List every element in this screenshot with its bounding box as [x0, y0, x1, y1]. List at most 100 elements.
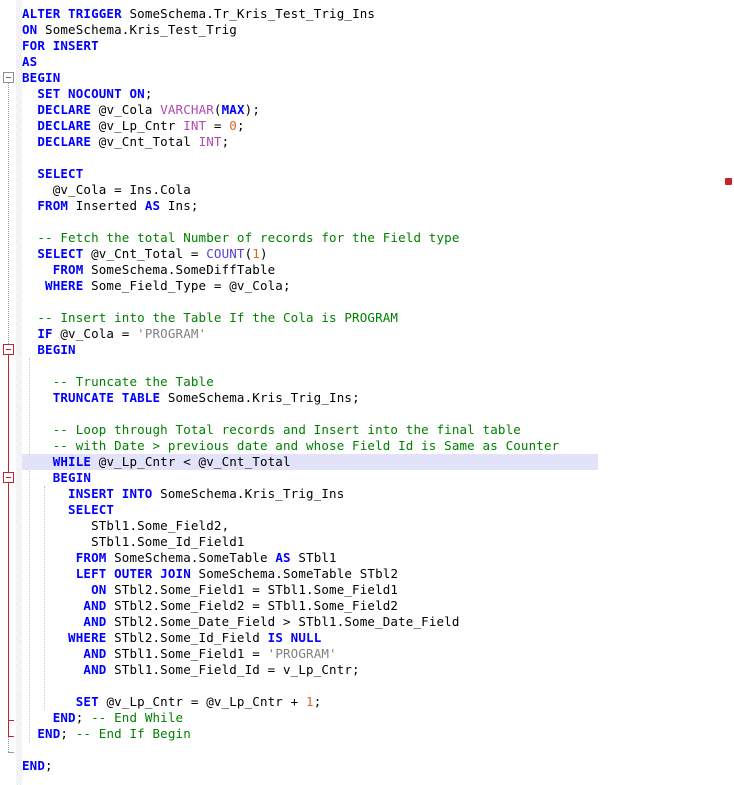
- code-line[interactable]: AS: [22, 54, 37, 70]
- code-line[interactable]: INSERT INTO SomeSchema.Kris_Trig_Ins: [22, 486, 344, 502]
- code-token-op: );: [244, 102, 260, 117]
- code-line[interactable]: AND STbl2.Some_Field2 = STbl1.Some_Field…: [22, 598, 398, 614]
- code-token-op: ): [259, 246, 268, 261]
- code-token-op: ;: [221, 134, 230, 149]
- code-token-id: @v_Cola = Ins.Cola: [22, 182, 191, 197]
- code-line[interactable]: IF @v_Cola = 'PROGRAM': [22, 326, 206, 342]
- code-token-id: @v_Cnt_Total =: [83, 246, 207, 261]
- code-line[interactable]: FROM SomeSchema.SomeDiffTable: [22, 262, 275, 278]
- code-token-op: ;: [236, 118, 245, 133]
- code-line[interactable]: -- Fetch the total Number of records for…: [22, 230, 460, 246]
- code-token-id: SomeSchema.Kris_Trig_Ins;: [160, 390, 360, 405]
- code-text-area[interactable]: ALTER TRIGGER SomeSchema.Tr_Kris_Test_Tr…: [0, 0, 734, 785]
- code-token-id: STbl2.Some_Field1 = STbl1.Some_Field1: [106, 582, 399, 597]
- code-line[interactable]: TRUNCATE TABLE SomeSchema.Kris_Trig_Ins;: [22, 390, 360, 406]
- code-token-kw: END: [22, 726, 61, 741]
- code-token-kw: WHILE: [22, 454, 92, 469]
- code-token-id: STbl1.Some_Field2,: [22, 518, 230, 533]
- code-line[interactable]: END; -- End If Begin: [22, 726, 191, 742]
- code-token-id: SomeSchema.SomeTable STbl2: [190, 566, 399, 581]
- code-token-id: STbl1.Some_Id_Field1: [22, 534, 245, 549]
- code-token-kw: BEGIN: [22, 70, 61, 85]
- code-token-id: @v_Cnt_Total: [91, 134, 199, 149]
- code-token-op: ;: [144, 86, 153, 101]
- code-line[interactable]: AND STbl1.Some_Field_Id = v_Lp_Cntr;: [22, 662, 360, 678]
- code-line[interactable]: FOR INSERT: [22, 38, 99, 54]
- code-token-id: STbl1.Some_Field_Id = v_Lp_Cntr;: [106, 662, 360, 677]
- code-line[interactable]: SET @v_Lp_Cntr = @v_Lp_Cntr + 1;: [22, 694, 322, 710]
- code-line[interactable]: STbl1.Some_Id_Field1: [22, 534, 245, 550]
- code-line[interactable]: SELECT: [22, 166, 83, 182]
- code-token-cmt: -- Truncate the Table: [22, 374, 214, 389]
- bookmark-dot-icon[interactable]: [725, 178, 732, 185]
- code-token-kw: AS: [22, 54, 38, 69]
- code-line[interactable]: DECLARE @v_Lp_Cntr INT = 0;: [22, 118, 245, 134]
- code-token-kw: AND: [22, 614, 107, 629]
- code-token-id: STbl1: [290, 550, 337, 565]
- code-line[interactable]: ALTER TRIGGER SomeSchema.Tr_Kris_Test_Tr…: [22, 6, 375, 22]
- code-line[interactable]: @v_Cola = Ins.Cola: [22, 182, 191, 198]
- code-token-id: STbl2.Some_Date_Field > STbl1.Some_Date_…: [106, 614, 460, 629]
- code-line[interactable]: SELECT @v_Cnt_Total = COUNT(1): [22, 246, 268, 262]
- code-token-id: SomeSchema.Kris_Test_Trig: [37, 22, 237, 37]
- code-token-kw: AND: [22, 598, 107, 613]
- code-line[interactable]: AND STbl1.Some_Field1 = 'PROGRAM': [22, 646, 337, 662]
- code-token-kw: WHERE: [22, 630, 107, 645]
- code-line[interactable]: FROM Inserted AS Ins;: [22, 198, 199, 214]
- code-token-id: SomeSchema.SomeDiffTable: [83, 262, 276, 277]
- code-token-fn: COUNT: [206, 246, 245, 261]
- code-line[interactable]: BEGIN: [22, 70, 60, 86]
- code-line[interactable]: ON SomeSchema.Kris_Test_Trig: [22, 22, 237, 38]
- code-line[interactable]: WHERE Some_Field_Type = @v_Cola;: [22, 278, 291, 294]
- code-token-kw: FROM: [22, 262, 84, 277]
- code-token-cmt: -- Fetch the total Number of records for…: [22, 230, 460, 245]
- code-token-cmt: -- Loop through Total records and Insert…: [22, 422, 521, 437]
- code-line[interactable]: SET NOCOUNT ON;: [22, 86, 153, 102]
- code-token-cmt: -- Insert into the Table If the Cola is …: [22, 310, 399, 325]
- code-token-kw: BEGIN: [22, 470, 92, 485]
- code-token-id: Inserted: [68, 198, 145, 213]
- code-line[interactable]: -- Truncate the Table: [22, 374, 214, 390]
- code-token-str: 'PROGRAM': [137, 326, 207, 341]
- code-token-kw: INSERT INTO: [22, 486, 153, 501]
- code-token-kw: FROM: [22, 550, 107, 565]
- code-line[interactable]: FROM SomeSchema.SomeTable AS STbl1: [22, 550, 337, 566]
- code-line[interactable]: -- Insert into the Table If the Cola is …: [22, 310, 398, 326]
- code-line[interactable]: END; -- End While: [22, 710, 183, 726]
- code-line[interactable]: -- with Date > previous date and whose F…: [22, 438, 559, 454]
- code-line[interactable]: BEGIN: [22, 342, 76, 358]
- sql-code-editor[interactable]: ALTER TRIGGER SomeSchema.Tr_Kris_Test_Tr…: [0, 0, 734, 785]
- code-line[interactable]: AND STbl2.Some_Date_Field > STbl1.Some_D…: [22, 614, 460, 630]
- code-token-id: STbl1.Some_Field1 =: [106, 646, 268, 661]
- code-token-kw: DECLARE: [22, 118, 92, 133]
- code-token-kw: FROM: [22, 198, 69, 213]
- code-token-id: STbl2.Some_Id_Field: [106, 630, 268, 645]
- code-line[interactable]: WHILE @v_Lp_Cntr < @v_Cnt_Total: [22, 454, 291, 470]
- code-token-op: ;: [60, 726, 76, 741]
- code-token-kw: AS: [275, 550, 291, 565]
- code-token-id: SomeSchema.Tr_Kris_Test_Trig_Ins: [121, 6, 376, 21]
- code-token-op: ;: [45, 758, 53, 773]
- code-line[interactable]: -- Loop through Total records and Insert…: [22, 422, 521, 438]
- code-token-kw: WHERE: [22, 278, 84, 293]
- code-line[interactable]: SELECT: [22, 502, 114, 518]
- code-token-op: ;: [313, 694, 322, 709]
- code-token-type: INT: [183, 118, 207, 133]
- code-line[interactable]: ON STbl2.Some_Field1 = STbl1.Some_Field1: [22, 582, 398, 598]
- code-token-id: SomeSchema.SomeTable: [106, 550, 276, 565]
- code-token-kw: BEGIN: [22, 342, 76, 357]
- code-line[interactable]: WHERE STbl2.Some_Id_Field IS NULL: [22, 630, 321, 646]
- code-line[interactable]: BEGIN: [22, 470, 91, 486]
- code-token-kw: END: [22, 758, 46, 773]
- code-line[interactable]: LEFT OUTER JOIN SomeSchema.SomeTable STb…: [22, 566, 398, 582]
- code-token-kw: AND: [22, 646, 107, 661]
- code-token-id: STbl2.Some_Field2 = STbl1.Some_Field2: [106, 598, 399, 613]
- code-line[interactable]: END;: [22, 758, 53, 774]
- code-line[interactable]: DECLARE @v_Cnt_Total INT;: [22, 134, 229, 150]
- code-token-kw: MAX: [221, 102, 245, 117]
- code-token-id: @v_Cola: [91, 102, 161, 117]
- code-token-kw: LEFT OUTER JOIN: [22, 566, 191, 581]
- code-line[interactable]: STbl1.Some_Field2,: [22, 518, 229, 534]
- code-line[interactable]: DECLARE @v_Cola VARCHAR(MAX);: [22, 102, 260, 118]
- code-token-kw: IF: [22, 326, 53, 341]
